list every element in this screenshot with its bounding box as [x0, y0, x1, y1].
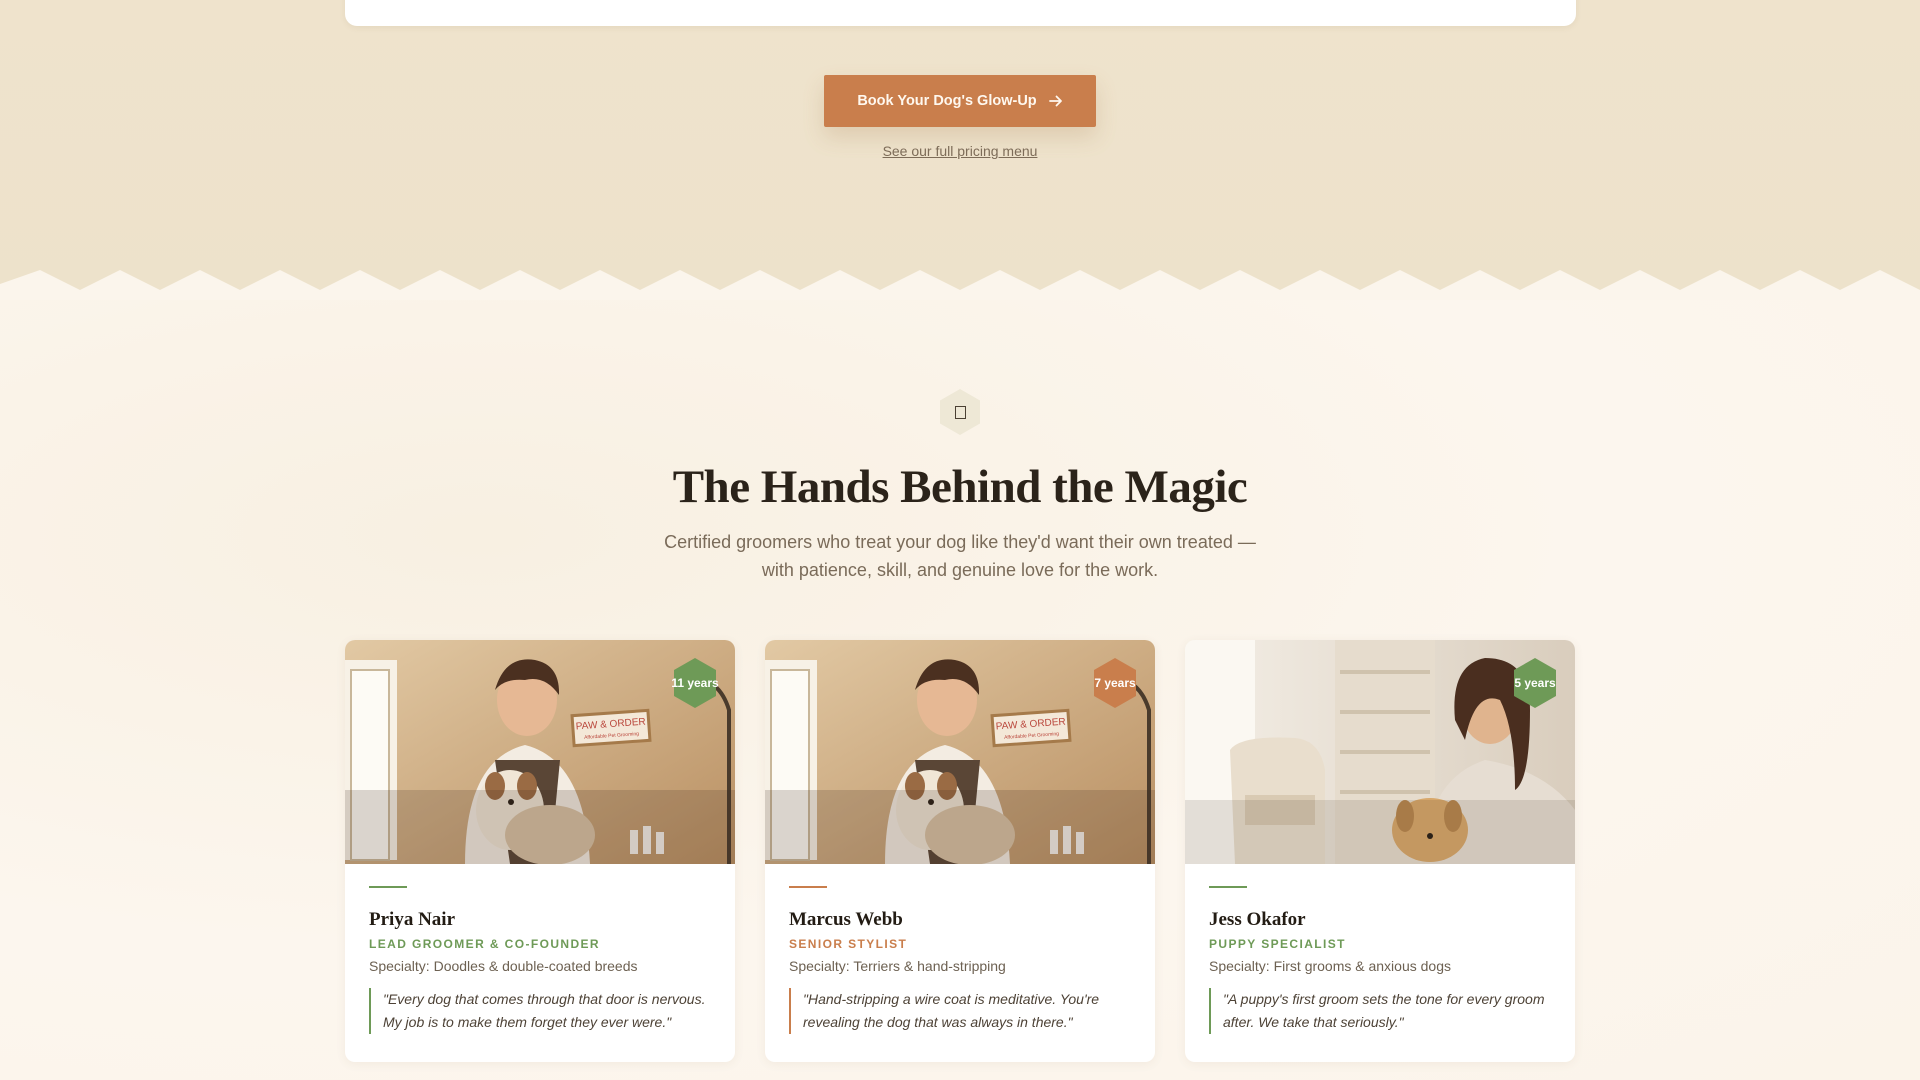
cta-section: Book Your Dog's Glow-Up See our full pri… [0, 0, 1920, 300]
experience-badge: 11 years [671, 657, 719, 709]
member-role: SENIOR STYLIST [789, 937, 908, 951]
zigzag-divider [0, 270, 1920, 302]
pricing-menu-link[interactable]: See our full pricing menu [883, 143, 1038, 159]
groomer-photo: PAW & ORDER Affordable Pet Grooming [765, 640, 1155, 864]
pricing-card-bottom-edge [345, 0, 1576, 26]
member-role: LEAD GROOMER & CO-FOUNDER [369, 937, 600, 951]
member-specialty: Specialty: Doodles & double-coated breed… [369, 958, 638, 974]
member-quote: "Hand-stripping a wire coat is meditativ… [789, 988, 1131, 1034]
member-role: PUPPY SPECIALIST [1209, 937, 1346, 951]
member-name: Marcus Webb [789, 909, 903, 930]
accent-line [1209, 886, 1247, 888]
member-name: Priya Nair [369, 909, 456, 930]
card-body: Jess Okafor PUPPY SPECIALIST Specialty: … [1185, 864, 1575, 1034]
years-label: 5 years [1514, 676, 1556, 690]
card-body: Priya Nair LEAD GROOMER & CO-FOUNDER Spe… [345, 864, 735, 1034]
book-button-label: Book Your Dog's Glow-Up [857, 93, 1037, 109]
document-icon [954, 405, 966, 419]
experience-badge: 7 years [1093, 657, 1137, 709]
arrow-right-icon [1048, 94, 1063, 108]
years-label: 7 years [1094, 676, 1136, 690]
team-section: The Hands Behind the Magic Certified gro… [0, 300, 1920, 1080]
team-cards: PAW & ORDER Affordable Pet Grooming 11 y… [345, 640, 1576, 1062]
member-specialty: Specialty: Terriers & hand-stripping [789, 958, 1006, 974]
team-card-priya: PAW & ORDER Affordable Pet Grooming 11 y… [345, 640, 735, 1062]
section-hexagon-badge [939, 388, 981, 436]
experience-badge: 5 years [1513, 657, 1557, 709]
member-quote: "Every dog that comes through that door … [369, 988, 711, 1034]
card-body: Marcus Webb SENIOR STYLIST Specialty: Te… [765, 864, 1155, 1034]
accent-line [789, 886, 827, 888]
member-specialty: Specialty: First grooms & anxious dogs [1209, 958, 1451, 974]
years-label: 11 years [671, 676, 719, 690]
cta-wrap: Book Your Dog's Glow-Up See our full pri… [0, 75, 1920, 159]
groomer-photo: PAW & ORDER Affordable Pet Grooming [345, 640, 735, 864]
member-name: Jess Okafor [1209, 909, 1306, 930]
book-glow-up-button[interactable]: Book Your Dog's Glow-Up [824, 75, 1096, 127]
team-card-marcus: PAW & ORDER Affordable Pet Grooming 7 ye… [765, 640, 1155, 1062]
team-card-jess: 5 years Jess Okafor PUPPY SPECIALIST Spe… [1185, 640, 1575, 1062]
groomer-photo: 5 years [1185, 640, 1575, 864]
section-title: The Hands Behind the Magic [672, 461, 1248, 513]
accent-line [369, 886, 407, 888]
member-quote: "A puppy's first groom sets the tone for… [1209, 988, 1551, 1034]
section-subtitle: Certified groomers who treat your dog li… [664, 532, 1256, 580]
